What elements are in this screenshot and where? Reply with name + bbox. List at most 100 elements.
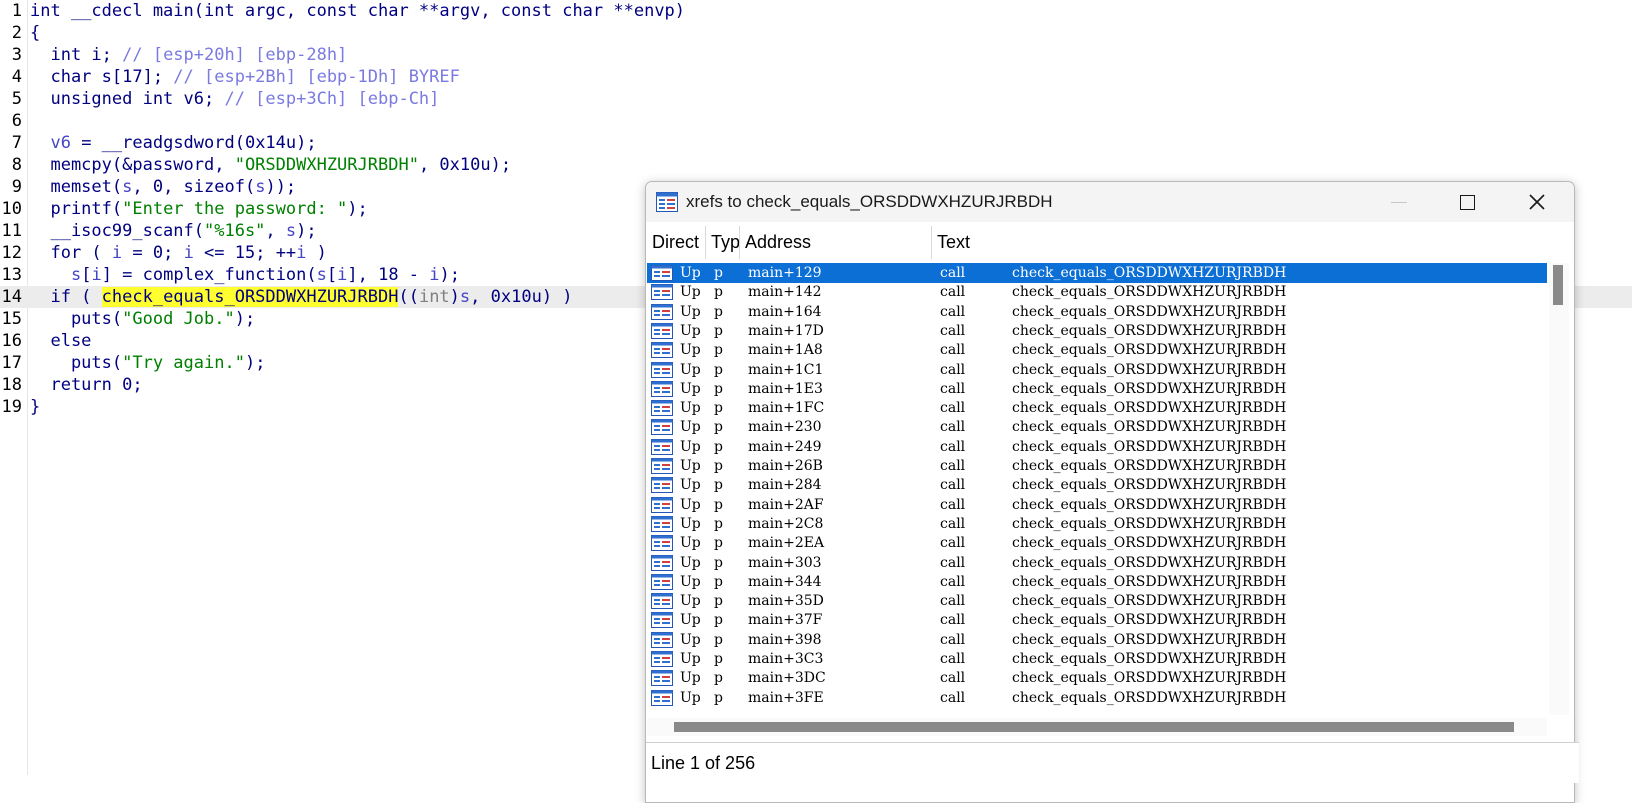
xref-row[interactable]: Up p main+129 call check_equals_ORSDDWXHZURJ… [647, 263, 1547, 283]
code-text[interactable]: if ( check_equals_ORSDDWXHZURJRBDH((int)… [30, 286, 573, 308]
code-token[interactable]: ); [440, 265, 460, 285]
vertical-scrollbar-thumb[interactable] [1553, 265, 1563, 305]
code-token[interactable]: [ [81, 265, 91, 285]
xref-row[interactable]: Up p main+1C1 call check_equals_ORSDDWXHZURJ… [647, 360, 1547, 380]
code-token[interactable]: (( [398, 287, 418, 307]
xref-row[interactable]: Up p main+284 call check_equals_ORSDDWXHZURJ… [647, 475, 1547, 495]
minimize-button[interactable] [1375, 182, 1421, 222]
code-token[interactable]: = __readgsdword(0x14u); [71, 133, 316, 153]
code-text[interactable]: s[i] = complex_function(s[i], 18 - i); [30, 264, 460, 286]
code-text[interactable]: unsigned int v6; // [esp+3Ch] [ebp-Ch] [30, 88, 439, 110]
code-token[interactable]: ); [235, 309, 255, 329]
close-button[interactable] [1514, 182, 1560, 222]
xref-row[interactable]: Up p main+1E3 call check_equals_ORSDDWXHZURJ… [647, 379, 1547, 399]
xref-row[interactable]: Up p main+2C8 call check_equals_ORSDDWXHZURJ… [647, 514, 1547, 534]
code-token[interactable]: { [30, 23, 40, 43]
code-token[interactable]: s [255, 177, 265, 197]
code-token[interactable]: i [337, 265, 347, 285]
code-token[interactable]: , 0, sizeof( [132, 177, 255, 197]
code-token[interactable]: puts( [30, 309, 122, 329]
code-token[interactable]: } [30, 397, 40, 417]
code-token[interactable]: s [286, 221, 296, 241]
code-token[interactable]: else [30, 331, 91, 351]
xref-row[interactable]: Up p main+1A8 call check_equals_ORSDDWXHZURJ… [647, 340, 1547, 360]
code-token[interactable]: i [296, 243, 306, 263]
code-token[interactable]: char s[17]; [30, 67, 173, 87]
code-token[interactable]: i [112, 243, 122, 263]
code-token[interactable]: int __cdecl main(int argc, const char **… [30, 1, 685, 21]
xref-row[interactable]: Up p main+303 call check_equals_ORSDDWXHZURJ… [647, 553, 1547, 573]
code-line[interactable]: 1 int __cdecl main(int argc, const char *… [0, 0, 1632, 22]
code-token[interactable]: "Try again." [122, 353, 245, 373]
code-token[interactable]: return 0; [30, 375, 142, 395]
code-token[interactable]: ) [450, 287, 460, 307]
xref-row[interactable]: Up p main+398 call check_equals_ORSDDWXHZURJ… [647, 630, 1547, 650]
code-token[interactable]: __isoc99_scanf( [30, 221, 204, 241]
code-token[interactable]: for ( [30, 243, 112, 263]
code-token[interactable] [30, 265, 71, 285]
code-token[interactable]: "Good Job." [122, 309, 235, 329]
code-token[interactable]: "ORSDDWXHZURJRBDH" [235, 155, 419, 175]
xref-row[interactable]: Up p main+344 call check_equals_ORSDDWXHZURJ… [647, 572, 1547, 592]
horizontal-scrollbar-thumb[interactable] [674, 722, 1514, 732]
code-line[interactable]: 3 int i; // [esp+20h] [ebp-28h] [0, 44, 1632, 66]
code-token[interactable]: if ( [30, 287, 102, 307]
xref-row[interactable]: Up p main+2EA call check_equals_ORSDDWXHZURJ… [647, 533, 1547, 553]
code-token[interactable]: i [184, 243, 194, 263]
xref-row[interactable]: Up p main+3FE call check_equals_ORSDDWXHZURJ… [647, 688, 1547, 708]
code-text[interactable]: int i; // [esp+20h] [ebp-28h] [30, 44, 347, 66]
code-token[interactable]: // [esp+2Bh] [ebp-1Dh] BYREF [173, 67, 460, 87]
code-text[interactable]: printf("Enter the password: "); [30, 198, 367, 220]
code-text[interactable]: else [30, 330, 91, 352]
column-header-direction[interactable]: Direct [647, 226, 706, 259]
code-token[interactable]: unsigned int v6; [30, 89, 224, 109]
code-token[interactable]: )); [265, 177, 296, 197]
vertical-scrollbar[interactable] [1549, 263, 1569, 715]
xref-row[interactable]: Up p main+230 call check_equals_ORSDDWXHZURJ… [647, 417, 1547, 437]
code-text[interactable]: __isoc99_scanf("%16s", s); [30, 220, 316, 242]
xref-row[interactable]: Up p main+142 call check_equals_ORSDDWXHZURJ… [647, 282, 1547, 302]
code-token[interactable]: ); [347, 199, 367, 219]
code-text[interactable]: char s[17]; // [esp+2Bh] [ebp-1Dh] BYREF [30, 66, 460, 88]
code-token[interactable]: , [265, 221, 285, 241]
code-token[interactable]: , 0x10u); [419, 155, 511, 175]
xref-row[interactable]: Up p main+164 call check_equals_ORSDDWXHZURJ… [647, 302, 1547, 322]
code-token[interactable]: // [esp+3Ch] [ebp-Ch] [224, 89, 439, 109]
code-token[interactable]: ); [245, 353, 265, 373]
code-text[interactable]: memcpy(&password, "ORSDDWXHZURJRBDH", 0x… [30, 154, 511, 176]
xref-row[interactable]: Up p main+26B call check_equals_ORSDDWXHZURJ… [647, 456, 1547, 476]
code-token[interactable]: int [419, 287, 450, 307]
highlighted-identifier[interactable]: check_equals_ORSDDWXHZURJRBDH [101, 287, 399, 307]
xrefs-window[interactable]: xrefs to check_equals_ORSDDWXHZURJRBDH D… [645, 181, 1579, 803]
code-line[interactable]: 5 unsigned int v6; // [esp+3Ch] [ebp-Ch] [0, 88, 1632, 110]
code-line[interactable]: 2{ [0, 22, 1632, 44]
code-token[interactable]: int i; [30, 45, 122, 65]
code-token[interactable]: memset( [30, 177, 122, 197]
xref-row[interactable]: Up p main+2AF call check_equals_ORSDDWXHZURJ… [647, 495, 1547, 515]
code-token[interactable]: v6 [50, 133, 70, 153]
code-token[interactable]: ) [306, 243, 327, 263]
code-token[interactable]: s [460, 287, 470, 307]
code-text[interactable]: int __cdecl main(int argc, const char **… [30, 0, 685, 22]
code-line[interactable]: 7 v6 = __readgsdword(0x14u); [0, 132, 1632, 154]
code-token[interactable]: printf( [30, 199, 122, 219]
code-token[interactable]: s [122, 177, 132, 197]
code-line[interactable]: 4 char s[17]; // [esp+2Bh] [ebp-1Dh] BYR… [0, 66, 1632, 88]
code-text[interactable]: } [30, 396, 40, 418]
code-line[interactable]: 8 memcpy(&password, "ORSDDWXHZURJRBDH", … [0, 154, 1632, 176]
code-line[interactable]: 6 [0, 110, 1632, 132]
code-token[interactable]: s [317, 265, 327, 285]
code-token[interactable]: i [91, 265, 101, 285]
code-token[interactable]: puts( [30, 353, 122, 373]
horizontal-scrollbar[interactable] [647, 718, 1547, 736]
code-token[interactable]: ], 18 - [347, 265, 429, 285]
code-token[interactable]: = 0; [122, 243, 183, 263]
code-token[interactable]: s [71, 265, 81, 285]
code-token[interactable]: , 0x10u) ) [470, 287, 572, 307]
window-titlebar[interactable]: xrefs to check_equals_ORSDDWXHZURJRBDH [646, 182, 1574, 222]
column-header-type[interactable]: Typ [706, 226, 740, 259]
code-token[interactable]: i [429, 265, 439, 285]
code-token[interactable]: "Enter the password: " [122, 199, 347, 219]
code-text[interactable]: v6 = __readgsdword(0x14u); [30, 132, 316, 154]
code-text[interactable]: return 0; [30, 374, 142, 396]
